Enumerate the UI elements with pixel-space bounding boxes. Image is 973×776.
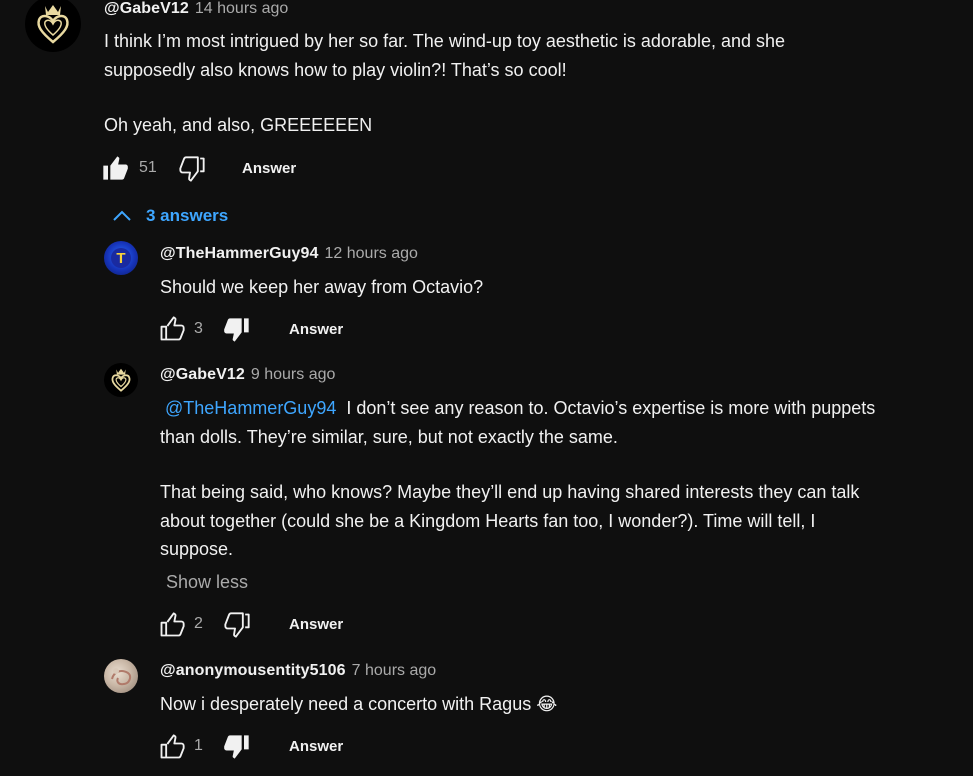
timestamp[interactable]: 12 hours ago xyxy=(325,245,418,262)
answer-button[interactable]: Answer xyxy=(289,321,343,338)
like-count: 1 xyxy=(194,737,203,754)
comment-line: than dolls. They’re similar, sure, but n… xyxy=(160,426,618,447)
comment-line: Oh yeah, and also, GREEEEEEN xyxy=(104,115,373,135)
timestamp[interactable]: 9 hours ago xyxy=(251,366,336,383)
author-handle[interactable]: @TheHammerGuy94 xyxy=(160,245,319,262)
replies-toggle-button[interactable]: 3 answers xyxy=(111,206,228,226)
comment-line-text: Now i desperately need a concerto with R… xyxy=(160,694,532,714)
answer-button[interactable]: Answer xyxy=(242,160,296,177)
avatar-image-icon xyxy=(111,668,132,686)
comment-header: @anonymousentity5106 7 hours ago xyxy=(160,662,436,680)
comment-line: suppose. xyxy=(160,539,234,559)
replies-count-label: 3 answers xyxy=(146,206,229,225)
avatar[interactable] xyxy=(25,0,81,52)
like-outline-icon[interactable] xyxy=(158,315,186,343)
comment-line: @TheHammerGuy94 I don’t see any reason t… xyxy=(160,394,960,423)
kingdom-hearts-crown-heart-icon xyxy=(111,368,131,392)
comment-text: I think I’m most intrigued by her so far… xyxy=(104,27,964,140)
comment-header: @GabeV12 14 hours ago xyxy=(104,0,288,18)
like-count: 3 xyxy=(194,320,203,337)
answer-button[interactable]: Answer xyxy=(289,738,343,755)
comment-line-text: I don’t see any reason to. Octavio’s exp… xyxy=(346,398,876,418)
comment-line: Should we keep her away from Octavio? xyxy=(160,277,484,297)
like-filled-icon[interactable] xyxy=(101,154,129,182)
comment-line: That being said, who knows? Maybe they’l… xyxy=(160,482,860,502)
dislike-filled-icon[interactable] xyxy=(223,733,251,761)
author-handle[interactable]: @GabeV12 xyxy=(160,366,245,383)
like-count: 51 xyxy=(139,159,157,176)
avatar[interactable] xyxy=(104,363,138,397)
like-outline-icon[interactable] xyxy=(158,611,186,639)
mention-link[interactable]: @TheHammerGuy94 xyxy=(165,398,336,418)
author-handle[interactable]: @anonymousentity5106 xyxy=(160,662,346,679)
comment-text: Should we keep her away from Octavio? xyxy=(160,273,483,302)
like-count: 2 xyxy=(194,615,203,632)
dislike-filled-icon[interactable] xyxy=(223,316,251,344)
comment-line: I think I’m most intrigued by her so far… xyxy=(104,31,786,51)
timestamp[interactable]: 14 hours ago xyxy=(195,0,288,17)
comment-header: @TheHammerGuy94 12 hours ago xyxy=(160,245,418,263)
dislike-outline-icon[interactable] xyxy=(223,611,251,639)
kingdom-hearts-crown-heart-icon xyxy=(37,5,69,44)
like-outline-icon[interactable] xyxy=(158,733,186,761)
comment-text: Now i desperately need a concerto with R… xyxy=(160,690,557,719)
show-less-button[interactable]: Show less xyxy=(166,572,248,593)
comment-line: supposedly also knows how to play violin… xyxy=(104,59,567,80)
answer-button[interactable]: Answer xyxy=(289,616,343,633)
comment-line: about together (could she be a Kingdom H… xyxy=(160,510,816,531)
laughing-emoji-icon: 😂 xyxy=(536,694,558,714)
avatar[interactable]: T xyxy=(104,241,138,275)
comment-text: @TheHammerGuy94 I don’t see any reason t… xyxy=(160,394,960,564)
avatar-letter: T xyxy=(111,248,131,268)
timestamp[interactable]: 7 hours ago xyxy=(352,662,437,679)
avatar[interactable] xyxy=(104,659,138,693)
author-handle[interactable]: @GabeV12 xyxy=(104,0,189,17)
chevron-up-icon xyxy=(113,210,131,221)
comment-header: @GabeV12 9 hours ago xyxy=(160,366,335,384)
comment-line: Now i desperately need a concerto with R… xyxy=(160,690,557,719)
dislike-outline-icon[interactable] xyxy=(178,155,206,183)
